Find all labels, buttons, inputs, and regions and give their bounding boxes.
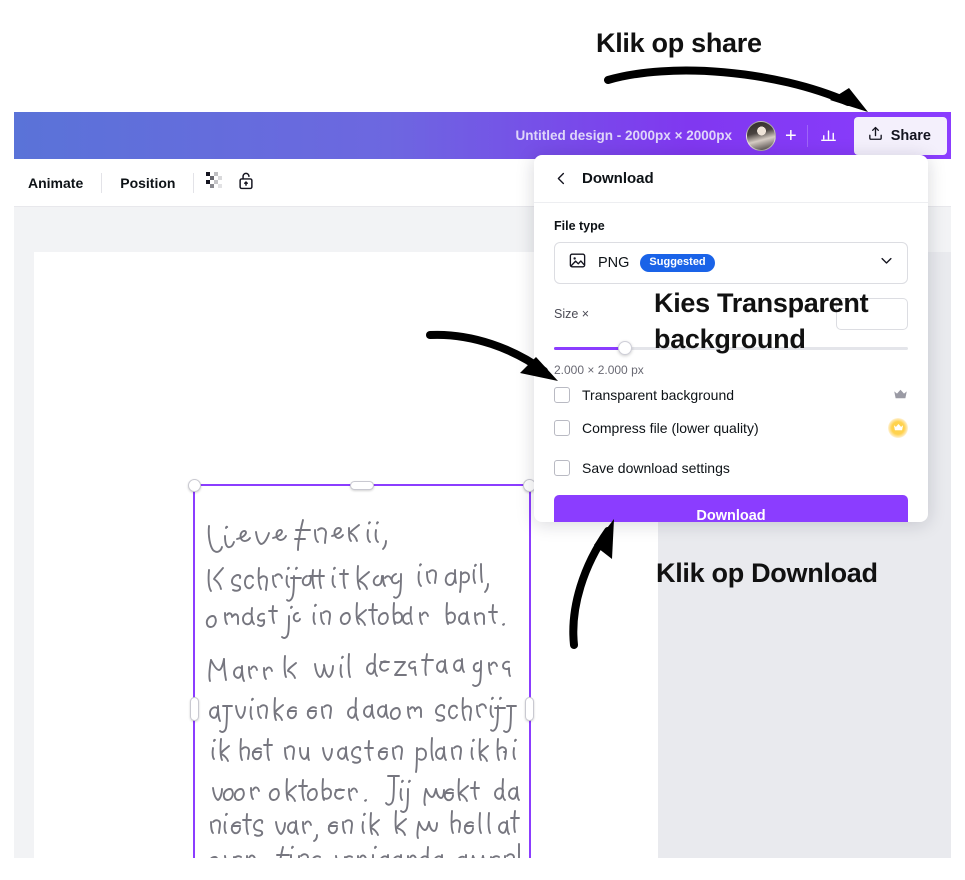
option-transparent-background[interactable]: Transparent background (554, 379, 908, 410)
size-readout: 2.000 × 2.000 px (554, 363, 644, 377)
position-button[interactable]: Position (106, 176, 189, 190)
arrow-to-share-icon (604, 66, 868, 112)
add-collaborator-button[interactable]: + (785, 126, 797, 146)
resize-handle-top-left[interactable] (188, 479, 201, 492)
share-button-label: Share (890, 127, 931, 144)
suggested-badge: Suggested (640, 254, 715, 272)
save-download-settings-checkbox[interactable] (554, 459, 570, 476)
transparency-button[interactable] (198, 167, 230, 199)
transparent-background-label: Transparent background (582, 386, 735, 403)
topbar-divider (806, 124, 808, 147)
share-button[interactable]: Share (853, 116, 947, 155)
compress-file-label: Compress file (lower quality) (582, 419, 759, 436)
annotation-klik-op-share: Klik op share (596, 28, 762, 58)
insights-button[interactable] (812, 119, 846, 153)
resize-handle-right[interactable] (525, 697, 534, 721)
download-panel-header: Download (534, 155, 928, 203)
bar-chart-icon (819, 124, 838, 148)
editor-top-bar: Untitled design - 2000px × 2000px + Shar… (14, 112, 951, 159)
download-button[interactable]: Download (554, 495, 908, 522)
size-label: Size × (554, 307, 590, 321)
crown-icon (893, 387, 908, 402)
download-panel-title: Download (582, 170, 654, 187)
handwritten-letter-image (205, 519, 520, 858)
compress-file-checkbox[interactable] (554, 419, 570, 436)
save-download-settings-label: Save download settings (582, 459, 730, 476)
slider-fill (554, 347, 625, 350)
file-type-value: PNG (598, 255, 630, 271)
document-title: Untitled design - 2000px × 2000px (515, 128, 732, 143)
annotation-kies-transparent-background: Kies Transparent background (654, 288, 869, 354)
chevron-down-icon[interactable] (879, 253, 894, 273)
transparent-background-checkbox[interactable] (554, 386, 570, 403)
share-upload-icon (867, 125, 884, 147)
pro-star-icon (888, 417, 908, 438)
annotation-klik-op-download: Klik op Download (656, 558, 878, 588)
image-file-icon (568, 251, 587, 275)
pro-badge (888, 417, 908, 438)
option-save-settings[interactable]: Save download settings (554, 452, 908, 483)
resize-handle-top[interactable] (350, 481, 374, 490)
avatar[interactable] (746, 120, 776, 151)
resize-handle-left[interactable] (190, 697, 199, 721)
file-type-label: File type (554, 219, 605, 233)
transparency-dots-icon (205, 171, 223, 194)
unlock-icon (237, 171, 255, 195)
download-panel-content: File type PNG Suggested Size × 2.000 × 2… (534, 203, 928, 522)
file-type-select[interactable]: PNG Suggested (554, 242, 908, 284)
lock-button[interactable] (230, 167, 262, 199)
toolbar-divider (101, 172, 103, 193)
slider-thumb[interactable] (617, 341, 632, 355)
toolbar-divider (193, 172, 195, 193)
selection-frame[interactable] (188, 479, 536, 858)
chevron-left-icon[interactable] (548, 166, 574, 192)
option-compress-file[interactable]: Compress file (lower quality) (554, 412, 908, 443)
animate-button[interactable]: Animate (14, 176, 97, 190)
